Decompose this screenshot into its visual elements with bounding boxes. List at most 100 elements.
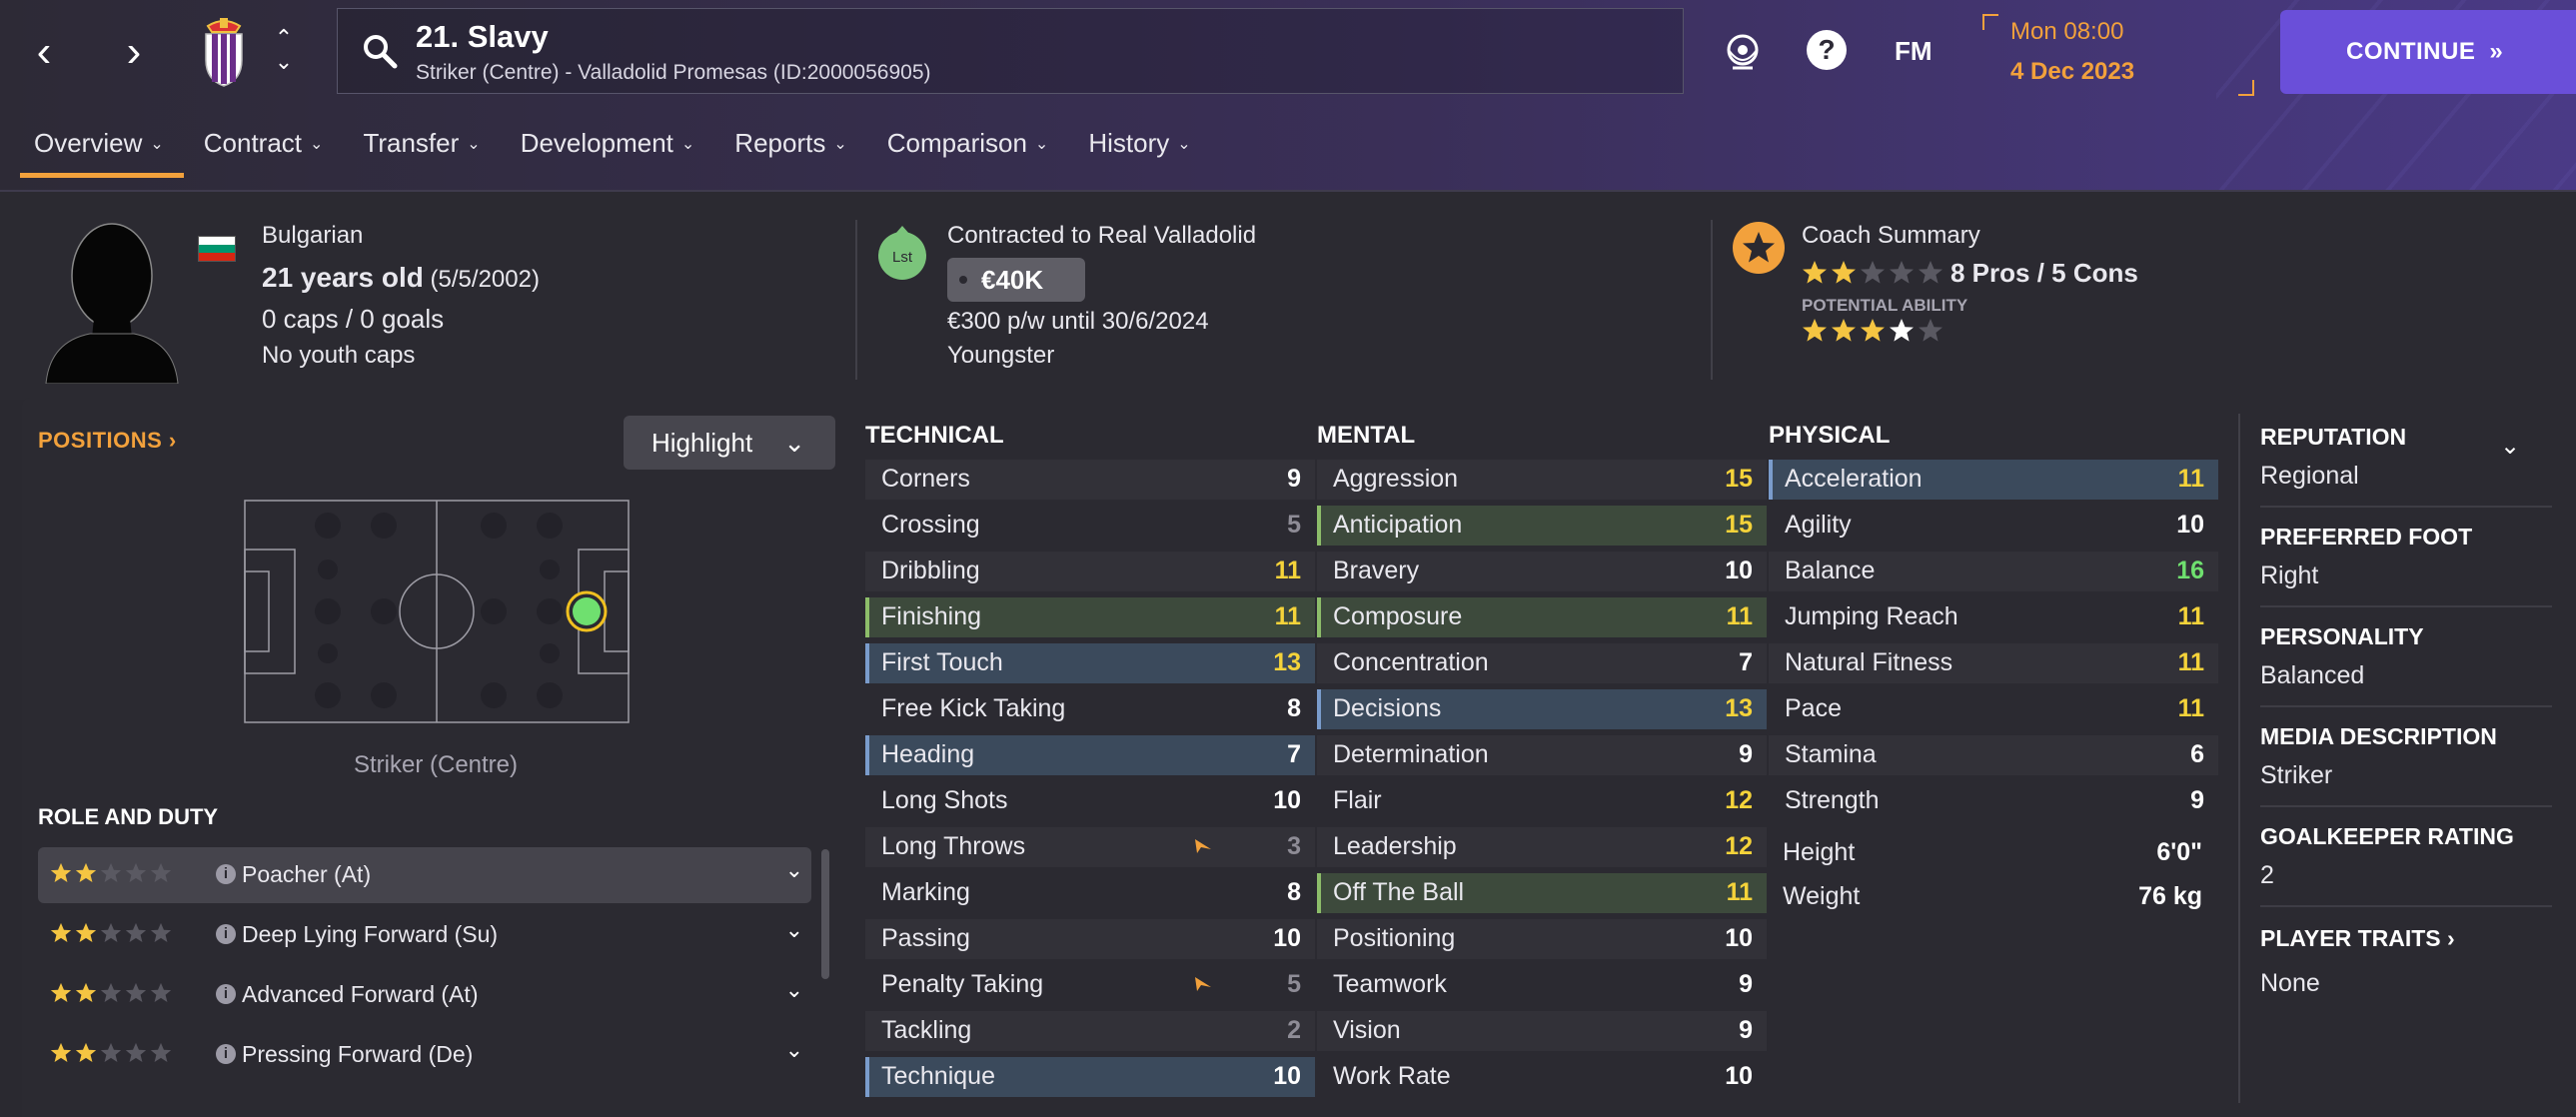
attribute-row-free-kick-taking[interactable]: Free Kick Taking 8 [865,689,1315,729]
positions-title[interactable]: POSITIONS › [38,428,177,454]
roles-scrollbar[interactable] [821,849,829,979]
attribute-row-jumping-reach[interactable]: Jumping Reach 11 [1769,597,2218,637]
star-icon [1861,261,1885,284]
attribute-row-strength[interactable]: Strength 9 [1769,781,2218,821]
game-date[interactable]: Mon 08:00 4 Dec 2023 [2010,18,2134,86]
attribute-row-corners[interactable]: Corners 9 [865,460,1315,500]
date-bracket-tl [1982,14,1998,30]
attribute-row-off-the-ball[interactable]: Off The Ball 11 [1317,873,1767,913]
attribute-row-long-shots[interactable]: Long Shots 10 [865,781,1315,821]
attribute-row-anticipation[interactable]: Anticipation 15 [1317,506,1767,546]
tab-contract[interactable]: Contract ⌄ [184,124,344,178]
attribute-row-first-touch[interactable]: First Touch 13 [865,643,1315,683]
attribute-value: 7 [1287,740,1301,768]
attribute-value: 13 [1273,648,1301,676]
attribute-row-natural-fitness[interactable]: Natural Fitness 11 [1769,643,2218,683]
info-icon[interactable]: i [216,984,236,1004]
attribute-name: Vision [1333,1016,1401,1044]
info-icon[interactable]: i [216,864,236,884]
squad-badge-label: Lst [892,249,913,266]
attribute-row-marking[interactable]: Marking 8 [865,873,1315,913]
role-stars [50,982,172,1004]
attribute-row-acceleration[interactable]: Acceleration 11 [1769,460,2218,500]
attribute-row-heading[interactable]: Heading 7 [865,735,1315,775]
attribute-row-crossing[interactable]: Crossing 5 [865,506,1315,546]
attribute-row-dribbling[interactable]: Dribbling 11 [865,552,1315,591]
attribute-row-vision[interactable]: Vision 9 [1317,1011,1767,1051]
role-row-deep-lying-forward[interactable]: i Deep Lying Forward (Su) ⌄ [38,907,811,963]
attribute-row-finishing[interactable]: Finishing 11 [865,597,1315,637]
tab-label: Development [520,128,673,158]
continue-button[interactable]: CONTINUE » [2280,10,2576,94]
attribute-row-concentration[interactable]: Concentration 7 [1317,643,1767,683]
attribute-row-aggression[interactable]: Aggression 15 [1317,460,1767,500]
attribute-value: 10 [2176,511,2204,539]
attribute-row-balance[interactable]: Balance 16 [1769,552,2218,591]
attribute-row-bravery[interactable]: Bravery 10 [1317,552,1767,591]
attribute-name: Penalty Taking [881,970,1044,998]
chevron-down-icon[interactable]: ⌄ [785,977,803,1003]
attribute-row-agility[interactable]: Agility 10 [1769,506,2218,546]
player-search-bar[interactable]: 21. Slavy Striker (Centre) - Valladolid … [337,8,1684,94]
star-icon [1890,261,1914,284]
attribute-row-technique[interactable]: Technique 10 [865,1057,1315,1097]
back-arrow-icon[interactable]: ‹ [26,28,62,76]
tab-history[interactable]: History ⌄ [1068,124,1210,178]
media-label: MEDIA DESCRIPTION [2260,723,2497,749]
star-icon [50,982,72,1002]
attribute-row-pace[interactable]: Pace 11 [1769,689,2218,729]
attribute-row-stamina[interactable]: Stamina 6 [1769,735,2218,775]
attribute-name: Free Kick Taking [881,694,1066,722]
chevron-down-icon[interactable]: ⌄ [785,857,803,883]
attribute-row-composure[interactable]: Composure 11 [1317,597,1767,637]
role-row-poacher[interactable]: i Poacher (At) ⌄ [38,847,811,903]
star-icon [1919,261,1942,284]
attribute-row-positioning[interactable]: Positioning 10 [1317,919,1767,959]
tab-comparison[interactable]: Comparison ⌄ [867,124,1069,178]
player-up-down-arrows[interactable]: ⌃ ⌄ [272,26,296,82]
position-pitch [244,500,630,723]
player-traits-link[interactable]: PLAYER TRAITS › [2260,925,2455,952]
attribute-name: Pace [1785,694,1842,722]
player-subtitle: Striker (Centre) - Valladolid Promesas (… [416,61,931,84]
star-icon [75,862,97,882]
help-icon[interactable]: ? [1807,30,1847,70]
attribute-row-determination[interactable]: Determination 9 [1317,735,1767,775]
attribute-row-penalty-taking[interactable]: Penalty Taking 5 [865,965,1315,1005]
highlight-label: Highlight [651,428,753,458]
foot-label: PREFERRED FOOT [2260,524,2473,550]
star-icon [1832,319,1856,342]
reputation-label: REPUTATION [2260,424,2407,450]
attribute-row-teamwork[interactable]: Teamwork 9 [1317,965,1767,1005]
pros-cons[interactable]: 8 Pros / 5 Cons [1950,258,2138,289]
attribute-row-work-rate[interactable]: Work Rate 10 [1317,1057,1767,1097]
role-row-advanced-forward[interactable]: i Advanced Forward (At) ⌄ [38,967,811,1023]
role-row-pressing-forward[interactable]: i Pressing Forward (De) ⌄ [38,1027,811,1083]
world-football-icon[interactable] [1721,30,1765,74]
chevron-down-icon[interactable]: ⌄ [785,917,803,943]
height-label: Height [1783,838,1856,866]
attribute-row-passing[interactable]: Passing 10 [865,919,1315,959]
tab-reports[interactable]: Reports ⌄ [714,124,866,178]
attribute-row-tackling[interactable]: Tackling 2 [865,1011,1315,1051]
attribute-row-long-throws[interactable]: Long Throws 3 [865,827,1315,867]
tab-overview[interactable]: Overview ⌄ [14,124,184,178]
chevron-down-icon[interactable]: ⌄ [785,1037,803,1063]
attribute-row-decisions[interactable]: Decisions 13 [1317,689,1767,729]
date-time: Mon 08:00 [2010,18,2124,45]
tab-development[interactable]: Development ⌄ [501,124,715,178]
forward-arrow-icon[interactable]: › [116,28,152,76]
info-icon[interactable]: i [216,1044,236,1064]
tab-transfer[interactable]: Transfer ⌄ [343,124,500,178]
highlight-dropdown[interactable]: Highlight ⌄ [624,416,835,470]
star-icon [1919,319,1942,342]
chevron-down-icon[interactable]: ⌄ [2500,432,2520,461]
info-icon[interactable]: i [216,924,236,944]
attribute-row-flair[interactable]: Flair 12 [1317,781,1767,821]
star-icon [125,1042,147,1062]
attribute-name: Work Rate [1333,1062,1451,1090]
weight-label: Weight [1783,882,1861,910]
attribute-row-leadership[interactable]: Leadership 12 [1317,827,1767,867]
fm-menu-button[interactable]: FM [1895,36,1932,67]
contract-title: Contracted to Real Valladolid [947,222,1257,249]
